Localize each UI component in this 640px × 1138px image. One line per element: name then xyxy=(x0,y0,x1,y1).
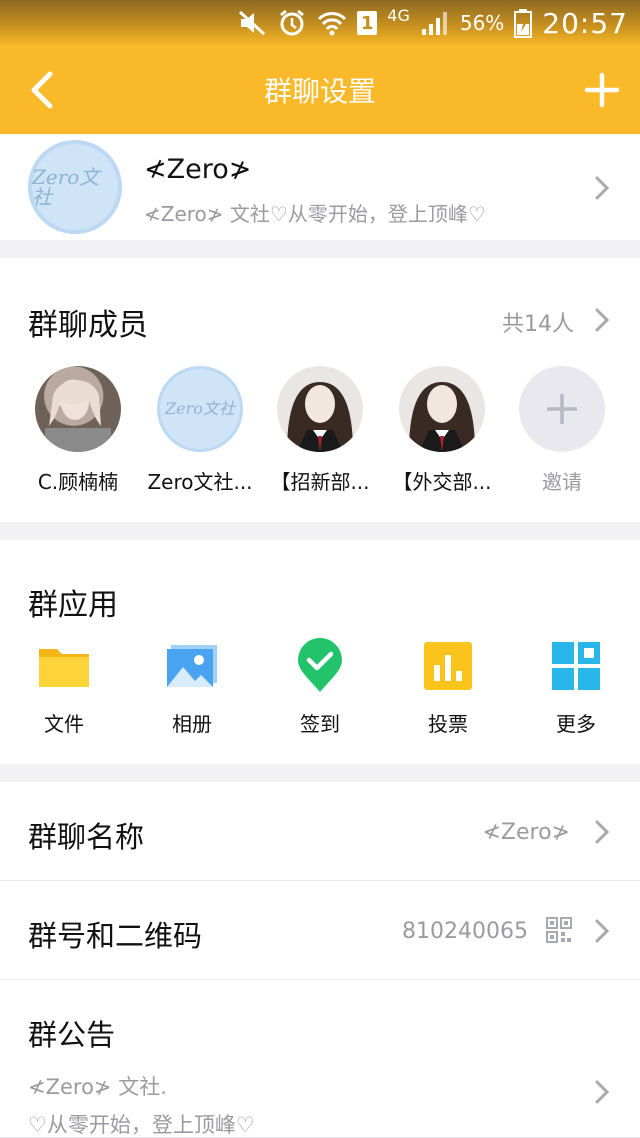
group-name-value: ≮Zero≯ xyxy=(482,820,571,845)
avatar xyxy=(35,366,121,452)
member-name: C.顾楠楠 xyxy=(37,470,119,494)
member-name: Zero文社... xyxy=(147,470,253,494)
avatar xyxy=(399,366,485,452)
app-label: 文件 xyxy=(44,712,84,736)
folder-icon xyxy=(36,638,92,694)
app-label: 相册 xyxy=(172,712,212,736)
chevron-right-icon xyxy=(595,1080,610,1104)
battery-percent: 56% xyxy=(459,11,505,35)
network-type: 4G xyxy=(387,6,410,25)
avatar-logo: Zero文社 xyxy=(165,399,235,418)
group-name-row[interactable]: 群聊名称 ≮Zero≯ xyxy=(0,782,640,881)
chevron-right-icon xyxy=(595,820,610,844)
member-item[interactable]: 【外交部... xyxy=(382,366,502,495)
chevron-right-icon xyxy=(595,919,610,943)
group-avatar-logo: Zero文社 xyxy=(32,165,100,209)
status-bar: 1 4G 56% 20:57 xyxy=(0,0,640,46)
vote-chart-icon xyxy=(420,638,476,694)
wifi-icon xyxy=(317,9,347,37)
member-item[interactable]: C.顾楠楠 xyxy=(18,366,138,495)
invite-button[interactable]: 邀请 xyxy=(502,366,622,495)
app-vote[interactable]: 投票 xyxy=(398,638,498,737)
group-name-label: 群聊名称 xyxy=(28,820,145,854)
group-apps-section: 群应用 文件 相册 签到 投票 更多 xyxy=(0,540,640,764)
group-notice-label: 群公告 xyxy=(28,1018,116,1052)
group-notice-row[interactable]: 群公告 ≮Zero≯ 文社. ♡从零开始，登上顶峰♡ xyxy=(0,980,640,1138)
grid-more-icon xyxy=(548,638,604,694)
member-name: 【外交部... xyxy=(392,470,492,494)
alarm-icon xyxy=(277,8,307,38)
app-label: 更多 xyxy=(556,712,596,736)
mute-icon xyxy=(237,9,267,37)
clock: 20:57 xyxy=(542,6,628,40)
invite-label: 邀请 xyxy=(542,470,582,494)
group-id-label: 群号和二维码 xyxy=(28,919,203,953)
group-avatar: Zero文社 xyxy=(28,140,122,234)
group-name: ≮Zero≯ xyxy=(144,154,252,185)
app-label: 签到 xyxy=(300,712,340,736)
chevron-right-icon xyxy=(595,176,610,200)
members-title: 群聊成员 xyxy=(28,308,148,343)
qr-code-icon xyxy=(546,917,572,943)
avatar: Zero文社 xyxy=(157,366,243,452)
signal-icon xyxy=(420,9,450,37)
member-item[interactable]: 【招新部... xyxy=(260,366,380,495)
photo-album-icon xyxy=(164,638,220,694)
avatar xyxy=(277,366,363,452)
nav-bar: 群聊设置 xyxy=(0,46,640,134)
add-icon[interactable] xyxy=(584,72,620,108)
page-title: 群聊设置 xyxy=(263,75,376,108)
member-item[interactable]: Zero文社 Zero文社... xyxy=(140,366,260,495)
sim-slot-badge: 1 xyxy=(357,11,378,35)
group-description: ≮Zero≯ 文社♡从零开始，登上顶峰♡ xyxy=(144,202,486,226)
group-id-row[interactable]: 群号和二维码 810240065 xyxy=(0,881,640,980)
battery-charging-icon xyxy=(514,8,533,38)
back-icon[interactable] xyxy=(24,68,64,112)
check-in-icon xyxy=(292,638,348,694)
app-label: 投票 xyxy=(428,712,468,736)
group-id-value: 810240065 xyxy=(402,919,528,944)
group-profile-row[interactable]: Zero文社 ≮Zero≯ ≮Zero≯ 文社♡从零开始，登上顶峰♡ xyxy=(0,134,640,240)
group-notice-text: ≮Zero≯ 文社. ♡从零开始，登上顶峰♡ xyxy=(28,1075,255,1137)
member-name: 【招新部... xyxy=(270,470,370,494)
app-files[interactable]: 文件 xyxy=(14,638,114,737)
chevron-right-icon[interactable] xyxy=(594,306,610,334)
member-count[interactable]: 共14人 xyxy=(502,306,574,338)
add-member-icon xyxy=(519,366,605,452)
app-more[interactable]: 更多 xyxy=(526,638,626,737)
app-check-in[interactable]: 签到 xyxy=(270,638,370,737)
apps-title: 群应用 xyxy=(28,588,118,623)
app-album[interactable]: 相册 xyxy=(142,638,242,737)
members-section: 群聊成员 共14人 C.顾楠楠 Zero文社 Zero文社... 【招新部...… xyxy=(0,258,640,522)
